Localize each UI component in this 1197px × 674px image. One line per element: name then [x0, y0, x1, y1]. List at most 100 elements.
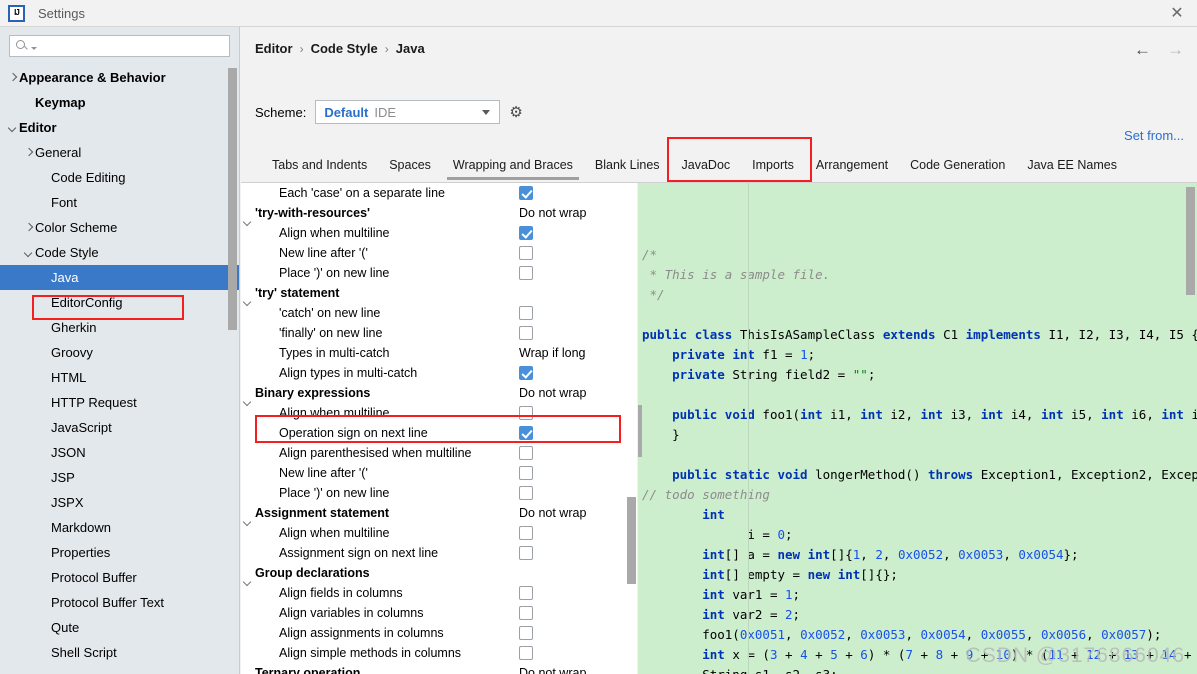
sidebar-item-markdown[interactable]: Markdown — [0, 515, 239, 540]
tab-code-generation[interactable]: Code Generation — [899, 155, 1016, 180]
checkbox[interactable] — [519, 426, 533, 440]
checkbox[interactable] — [519, 366, 533, 380]
option-row[interactable]: Align when multiline — [241, 403, 637, 423]
sidebar-item-code-editing[interactable]: Code Editing — [0, 165, 239, 190]
checkbox[interactable] — [519, 406, 533, 420]
option-row[interactable]: Place ')' on new line — [241, 263, 637, 283]
search-input[interactable] — [37, 37, 229, 55]
sidebar-item-properties[interactable]: Properties — [0, 540, 239, 565]
checkbox[interactable] — [519, 266, 533, 280]
tab-imports[interactable]: Imports — [741, 155, 805, 180]
checkbox[interactable] — [519, 446, 533, 460]
breadcrumb-item[interactable]: Editor — [255, 41, 293, 56]
option-row[interactable]: 'try-with-resources' Do not wrap — [241, 203, 637, 223]
sidebar-item-javascript[interactable]: JavaScript — [0, 415, 239, 440]
tab-wrapping-and-braces[interactable]: Wrapping and Braces — [442, 155, 584, 180]
checkbox[interactable] — [519, 466, 533, 480]
breadcrumb-item[interactable]: Code Style — [311, 41, 378, 56]
option-row[interactable]: Assignment statement Do not wrap — [241, 503, 637, 523]
tab-javadoc[interactable]: JavaDoc — [671, 155, 742, 180]
option-row[interactable]: Align when multiline — [241, 523, 637, 543]
forward-arrow-icon[interactable]: → — [1167, 41, 1184, 58]
chevron-down-icon[interactable] — [22, 246, 35, 259]
sidebar-item-protocol-buffer[interactable]: Protocol Buffer — [0, 565, 239, 590]
checkbox[interactable] — [519, 306, 533, 320]
checkbox[interactable] — [519, 246, 533, 260]
checkbox[interactable] — [519, 226, 533, 240]
option-row[interactable]: New line after '(' — [241, 463, 637, 483]
tab-java-ee-names[interactable]: Java EE Names — [1016, 155, 1128, 180]
code-preview[interactable]: /* * This is a sample file. */ public cl… — [638, 183, 1197, 674]
option-row[interactable]: Assignment sign on next line — [241, 543, 637, 563]
option-value[interactable]: Do not wrap — [517, 506, 637, 520]
option-row[interactable]: Operation sign on next line — [241, 423, 637, 443]
tab-tabs-and-indents[interactable]: Tabs and Indents — [261, 155, 378, 180]
checkbox[interactable] — [519, 186, 533, 200]
option-row[interactable]: Group declarations — [241, 563, 637, 583]
close-icon[interactable]: ✕ — [1157, 0, 1197, 26]
sidebar-item-protocol-buffer-text[interactable]: Protocol Buffer Text — [0, 590, 239, 615]
checkbox[interactable] — [519, 646, 533, 660]
options-scrollbar[interactable] — [627, 497, 636, 584]
scheme-dropdown[interactable]: Default IDE — [315, 100, 501, 124]
sidebar-item-jsp[interactable]: JSP — [0, 465, 239, 490]
tab-blank-lines[interactable]: Blank Lines — [584, 155, 671, 180]
chevron-right-icon[interactable] — [22, 146, 35, 159]
checkbox[interactable] — [519, 626, 533, 640]
option-row[interactable]: Binary expressions Do not wrap — [241, 383, 637, 403]
set-from-link[interactable]: Set from... — [1124, 128, 1184, 143]
tab-arrangement[interactable]: Arrangement — [805, 155, 899, 180]
option-row[interactable]: Align fields in columns — [241, 583, 637, 603]
sidebar-item-qute[interactable]: Qute — [0, 615, 239, 640]
checkbox[interactable] — [519, 486, 533, 500]
sidebar-item-groovy[interactable]: Groovy — [0, 340, 239, 365]
sidebar-item-jspx[interactable]: JSPX — [0, 490, 239, 515]
option-row[interactable]: Each 'case' on a separate line — [241, 183, 637, 203]
option-row[interactable]: New line after '(' — [241, 243, 637, 263]
sidebar-item-gherkin[interactable]: Gherkin — [0, 315, 239, 340]
option-row[interactable]: Ternary operation Do not wrap — [241, 663, 637, 674]
option-value[interactable]: Wrap if long — [517, 346, 637, 360]
option-row[interactable]: 'try' statement — [241, 283, 637, 303]
checkbox[interactable] — [519, 586, 533, 600]
option-value[interactable]: Do not wrap — [517, 386, 637, 400]
checkbox[interactable] — [519, 546, 533, 560]
chevron-right-icon[interactable] — [6, 71, 19, 84]
tab-spaces[interactable]: Spaces — [378, 155, 442, 180]
checkbox[interactable] — [519, 606, 533, 620]
sidebar-item-color-scheme[interactable]: Color Scheme — [0, 215, 239, 240]
option-row[interactable]: 'finally' on new line — [241, 323, 637, 343]
gear-icon[interactable]: ⚙ — [509, 104, 526, 121]
option-row[interactable]: Types in multi-catch Wrap if long — [241, 343, 637, 363]
sidebar-scrollbar[interactable] — [228, 68, 237, 330]
chevron-down-icon[interactable] — [6, 121, 19, 134]
search-box[interactable] — [9, 35, 230, 57]
option-row[interactable]: Align when multiline — [241, 223, 637, 243]
checkbox[interactable] — [519, 526, 533, 540]
sidebar-item-shell-script[interactable]: Shell Script — [0, 640, 239, 665]
option-value[interactable]: Do not wrap — [517, 206, 637, 220]
option-row[interactable]: Align assignments in columns — [241, 623, 637, 643]
sidebar-item-editor[interactable]: Editor — [0, 115, 239, 140]
back-arrow-icon[interactable]: ← — [1134, 41, 1151, 58]
sidebar-item-font[interactable]: Font — [0, 190, 239, 215]
sidebar-item-editorconfig[interactable]: EditorConfig — [0, 290, 239, 315]
option-row[interactable]: Place ')' on new line — [241, 483, 637, 503]
option-row[interactable]: Align types in multi-catch — [241, 363, 637, 383]
sidebar-item-html[interactable]: HTML — [0, 365, 239, 390]
option-value[interactable]: Do not wrap — [517, 666, 637, 674]
sidebar-item-json[interactable]: JSON — [0, 440, 239, 465]
sidebar-item-code-style[interactable]: Code Style — [0, 240, 239, 265]
option-row[interactable]: 'catch' on new line — [241, 303, 637, 323]
sidebar-item-http-request[interactable]: HTTP Request — [0, 390, 239, 415]
option-row[interactable]: Align simple methods in columns — [241, 643, 637, 663]
sidebar-item-general[interactable]: General — [0, 140, 239, 165]
checkbox[interactable] — [519, 326, 533, 340]
breadcrumb-item[interactable]: Java — [396, 41, 425, 56]
sidebar-item-keymap[interactable]: Keymap — [0, 90, 239, 115]
sidebar-item-java[interactable]: Java — [0, 265, 239, 290]
chevron-right-icon[interactable] — [22, 221, 35, 234]
sidebar-item-appearance-behavior[interactable]: Appearance & Behavior — [0, 65, 239, 90]
option-row[interactable]: Align variables in columns — [241, 603, 637, 623]
code-vertical-scrollbar[interactable] — [1186, 187, 1195, 295]
